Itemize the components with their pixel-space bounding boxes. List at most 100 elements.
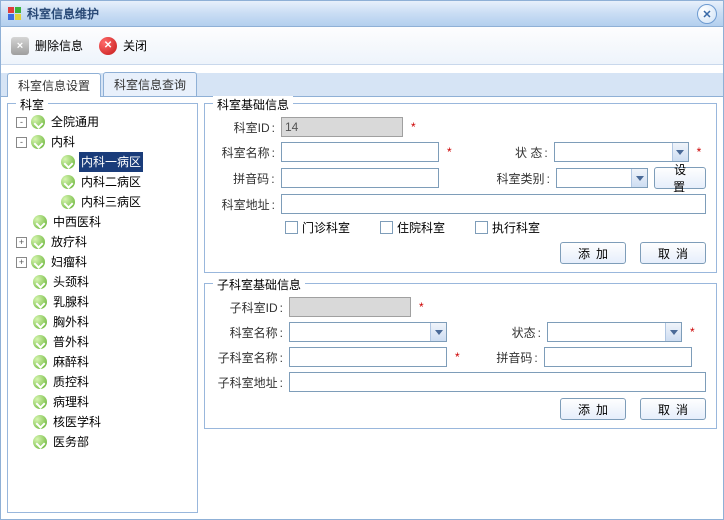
required-mark: * [419, 300, 424, 314]
tree-toggle[interactable]: - [16, 137, 27, 148]
dept-name-label: 科室名称 [215, 144, 275, 161]
tree-label: 病理科 [51, 392, 91, 412]
tab-dept-query[interactable]: 科室信息查询 [103, 72, 197, 96]
tree-label: 普外科 [51, 332, 91, 352]
chevron-down-icon [631, 169, 647, 187]
basic-legend: 科室基础信息 [213, 96, 293, 113]
tree-node[interactable]: + 妇瘤科 [12, 252, 193, 272]
tree-label: 头颈科 [51, 272, 91, 292]
folder-icon [31, 115, 45, 129]
close-icon: ✕ [99, 37, 117, 55]
folder-icon [33, 435, 47, 449]
right-panel: 科室基础信息 科室ID * 科室名称 * 状 态 * 拼音码 [202, 97, 723, 519]
tree-node[interactable]: 中西医科 [12, 212, 193, 232]
outpatient-checkbox[interactable]: 门诊科室 [285, 219, 350, 236]
tree-label: 麻醉科 [51, 352, 91, 372]
tree-node[interactable]: 内科三病区 [12, 192, 193, 212]
tab-strip: 科室信息设置 科室信息查询 [1, 73, 723, 97]
sub-pinyin-label: 拼音码 [486, 349, 538, 366]
folder-icon [33, 275, 47, 289]
inpatient-checkbox[interactable]: 住院科室 [380, 219, 445, 236]
close-button[interactable]: ✕ 关闭 [99, 37, 147, 55]
delete-info-button[interactable]: × 删除信息 [11, 37, 83, 55]
basic-cancel-button[interactable]: 取消 [640, 242, 706, 264]
dept-id-input [281, 117, 403, 137]
window-close-button[interactable]: ✕ [697, 4, 717, 24]
window: 科室信息维护 ✕ × 删除信息 ✕ 关闭 科室信息设置 科室信息查询 科室 -全… [0, 0, 724, 520]
tree-label: 内科一病区 [79, 152, 143, 172]
tree-node[interactable]: 麻醉科 [12, 352, 193, 372]
tree-toggle[interactable]: - [16, 117, 27, 128]
sub-pinyin-input[interactable] [544, 347, 692, 367]
required-mark: * [697, 145, 702, 159]
pinyin-label: 拼音码 [215, 170, 275, 187]
basic-info-group: 科室基础信息 科室ID * 科室名称 * 状 态 * 拼音码 [204, 103, 717, 273]
folder-icon [31, 235, 45, 249]
tree-node[interactable]: - 全院通用 [12, 112, 193, 132]
dept-addr-label: 科室地址 [215, 196, 275, 213]
folder-icon [33, 215, 47, 229]
sub-status-select[interactable] [547, 322, 682, 342]
chevron-down-icon [430, 323, 446, 341]
tree-label: 乳腺科 [51, 292, 91, 312]
required-mark: * [411, 120, 416, 134]
tree-label: 质控科 [51, 372, 91, 392]
tree-label: 妇瘤科 [49, 252, 89, 272]
dept-id-label: 科室ID [215, 119, 275, 136]
tree-node[interactable]: 头颈科 [12, 272, 193, 292]
tab-dept-settings[interactable]: 科室信息设置 [7, 73, 101, 97]
sub-addr-label: 子科室地址 [215, 374, 283, 391]
folder-icon [33, 315, 47, 329]
folder-icon [61, 175, 75, 189]
dept-tree[interactable]: -全院通用-内科内科一病区内科二病区内科三病区中西医科+放疗科+妇瘤科头颈科乳腺… [8, 104, 197, 456]
sub-subname-label: 子科室名称 [215, 349, 283, 366]
sub-name-label: 科室名称 [215, 324, 283, 341]
tree-node[interactable]: 核医学科 [12, 412, 193, 432]
tree-label: 中西医科 [51, 212, 103, 232]
folder-icon [33, 355, 47, 369]
type-config-button[interactable]: 设置 [654, 167, 706, 189]
tree-toggle[interactable]: + [16, 237, 27, 248]
tree-node[interactable]: 普外科 [12, 332, 193, 352]
sub-id-label: 子科室ID [215, 299, 283, 316]
tree-label: 全院通用 [49, 112, 101, 132]
dept-addr-input[interactable] [281, 194, 706, 214]
sub-addr-input[interactable] [289, 372, 706, 392]
main-area: 科室 -全院通用-内科内科一病区内科二病区内科三病区中西医科+放疗科+妇瘤科头颈… [1, 97, 723, 519]
tree-node[interactable]: 质控科 [12, 372, 193, 392]
tree-node[interactable]: 内科二病区 [12, 172, 193, 192]
tree-label: 胸外科 [51, 312, 91, 332]
folder-icon [33, 335, 47, 349]
basic-add-button[interactable]: 添加 [560, 242, 626, 264]
delete-label: 删除信息 [35, 37, 83, 54]
tree-label: 核医学科 [51, 412, 103, 432]
folder-icon [33, 415, 47, 429]
chevron-down-icon [672, 143, 688, 161]
tree-node[interactable]: 病理科 [12, 392, 193, 412]
sub-subname-input[interactable] [289, 347, 447, 367]
folder-icon [33, 375, 47, 389]
required-mark: * [690, 325, 695, 339]
tree-toggle[interactable]: + [16, 257, 27, 268]
sub-add-button[interactable]: 添加 [560, 398, 626, 420]
status-select[interactable] [554, 142, 689, 162]
folder-icon [31, 255, 45, 269]
pinyin-input[interactable] [281, 168, 439, 188]
tree-node[interactable]: 胸外科 [12, 312, 193, 332]
tree-node[interactable]: 内科一病区 [12, 152, 193, 172]
dept-name-input[interactable] [281, 142, 439, 162]
folder-icon [61, 155, 75, 169]
folder-icon [61, 195, 75, 209]
dept-type-label: 科室类别 [480, 170, 549, 187]
tree-node[interactable]: 医务部 [12, 432, 193, 452]
dept-tree-panel: 科室 -全院通用-内科内科一病区内科二病区内科三病区中西医科+放疗科+妇瘤科头颈… [7, 103, 198, 513]
tree-node[interactable]: - 内科 [12, 132, 193, 152]
sub-name-select[interactable] [289, 322, 447, 342]
tree-label: 内科 [49, 132, 77, 152]
exec-checkbox[interactable]: 执行科室 [475, 219, 540, 236]
tree-node[interactable]: 乳腺科 [12, 292, 193, 312]
sub-cancel-button[interactable]: 取消 [640, 398, 706, 420]
dept-type-select[interactable] [556, 168, 648, 188]
tree-node[interactable]: +放疗科 [12, 232, 193, 252]
tree-label: 医务部 [51, 432, 91, 452]
